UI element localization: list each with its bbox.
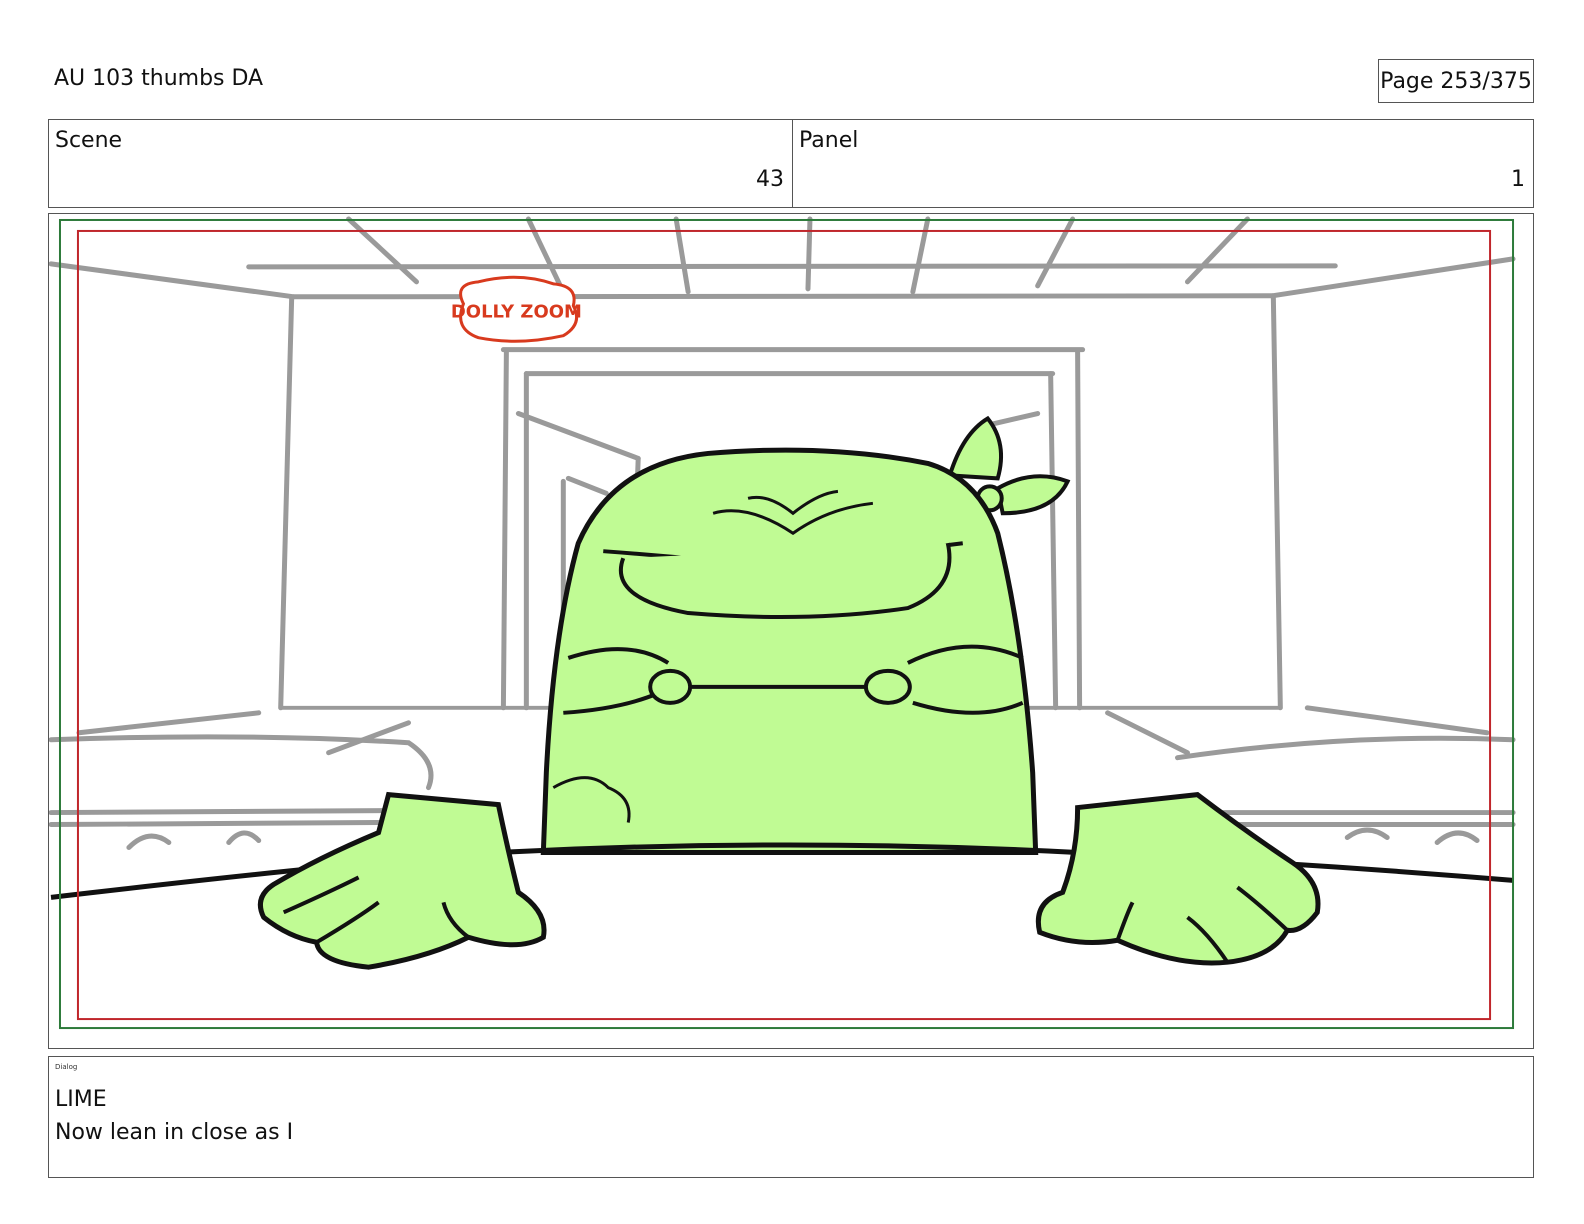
scene-number: 43 (756, 167, 784, 192)
panel-label: Panel (799, 128, 859, 153)
storyboard-drawing: DOLLY ZOOM (49, 216, 1516, 1030)
page-indicator: Page 253/375 (1378, 59, 1534, 103)
dolly-zoom-text: DOLLY ZOOM (451, 302, 582, 323)
panel-cell: Panel 1 (793, 120, 1533, 207)
scene-label: Scene (55, 128, 123, 153)
dialog-speaker: LIME (55, 1087, 107, 1112)
document-title: AU 103 thumbs DA (54, 66, 264, 91)
left-hand (257, 791, 547, 970)
panel-number: 1 (1511, 167, 1525, 192)
storyboard-panel: DOLLY ZOOM (48, 213, 1534, 1049)
dialog-line: Now lean in close as I (55, 1120, 294, 1145)
right-hand (1035, 792, 1321, 966)
lime-character (540, 415, 1071, 855)
scene-panel-info: Scene 43 Panel 1 (48, 119, 1534, 208)
dolly-zoom-note: DOLLY ZOOM (451, 275, 582, 343)
scene-cell: Scene 43 (49, 120, 793, 207)
dialog-label: Dialog (55, 1063, 78, 1071)
dialog-box: Dialog LIME Now lean in close as I (48, 1056, 1534, 1178)
